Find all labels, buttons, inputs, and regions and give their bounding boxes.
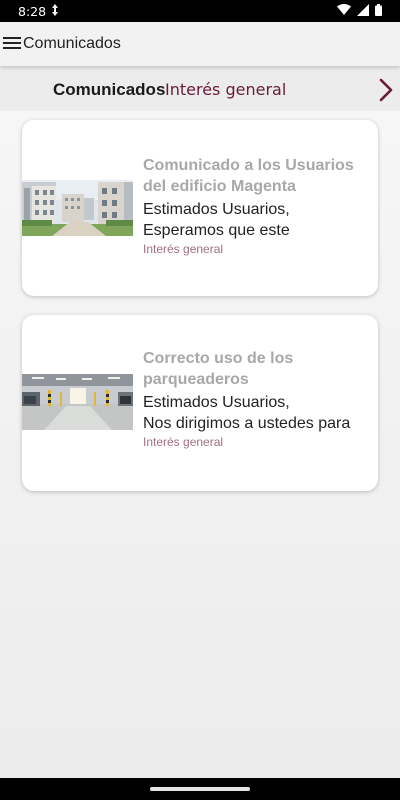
announcement-text: Correcto uso de los parqueaderos Estimad… [143,348,373,449]
app-title: Comunicados [23,35,121,52]
menu-icon[interactable] [3,34,21,52]
announcement-category: Interés general [143,435,224,449]
announcements-list: Comunicado a los Usuarios del edificio M… [0,111,400,778]
announcement-card[interactable]: Correcto uso de los parqueaderos Estimad… [22,315,378,491]
tab-comunicados[interactable]: Comunicados [53,80,165,100]
tab-interes-general[interactable]: Interés general [165,80,286,99]
parking-garage-photo [22,374,133,430]
apartment-buildings-photo [22,180,133,236]
battery-icon [375,4,382,16]
tab-bar: Comunicados Interés general [0,68,400,111]
announcement-excerpt: Estimados Usuarios, Esperamos que este [143,201,290,239]
status-time: 8:28 [18,4,47,19]
system-navigation-bar [0,778,400,800]
status-icons [337,4,382,16]
status-bar: 8:28 [0,0,400,22]
sync-icon [52,4,58,16]
announcement-text: Comunicado a los Usuarios del edificio M… [143,155,373,256]
announcement-excerpt: Estimados Usuarios, Nos dirigimos a uste… [143,394,351,432]
home-gesture-handle[interactable] [150,787,250,791]
app-bar: Comunicados [0,22,400,66]
wifi-icon [337,4,351,15]
announcement-category: Interés general [143,242,224,256]
announcement-title: Correcto uso de los parqueaderos [143,350,294,388]
announcement-title: Comunicado a los Usuarios del edificio M… [143,157,354,195]
signal-icon [357,4,369,16]
announcement-image [22,180,133,236]
chevron-right-icon[interactable] [374,78,398,102]
announcement-card[interactable]: Comunicado a los Usuarios del edificio M… [22,120,378,296]
announcement-image [22,374,133,430]
